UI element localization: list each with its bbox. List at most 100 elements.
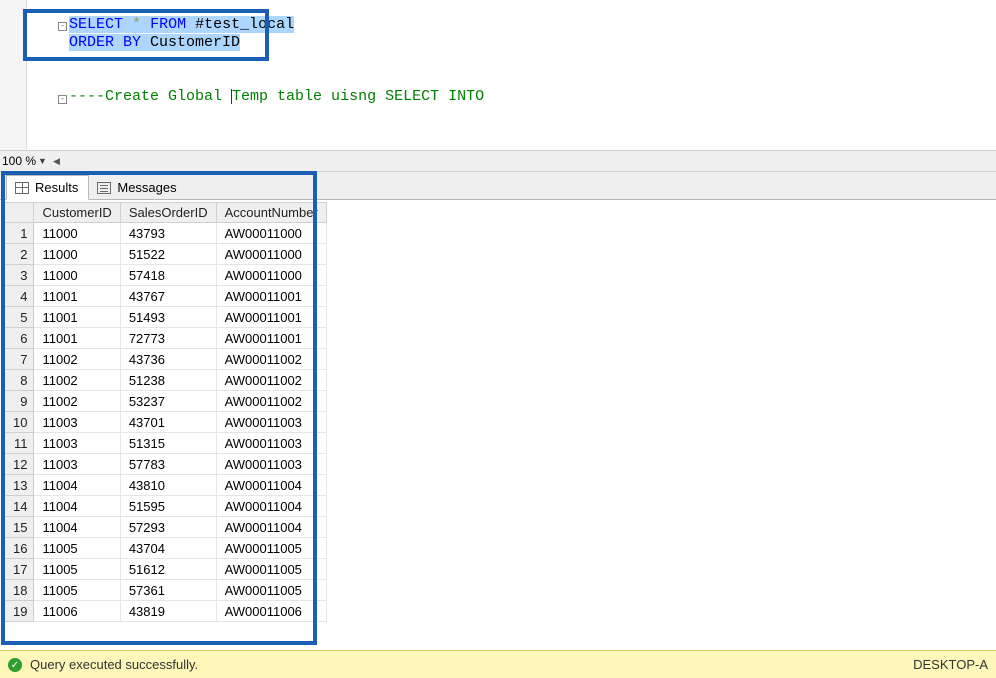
- cell[interactable]: 11001: [34, 286, 120, 307]
- table-row[interactable]: 111100351315AW00011003: [5, 433, 327, 454]
- code-line[interactable]: [27, 52, 484, 70]
- fold-icon[interactable]: -: [58, 95, 67, 104]
- cell[interactable]: 43701: [120, 412, 216, 433]
- cell[interactable]: 11005: [34, 580, 120, 601]
- cell[interactable]: 11004: [34, 517, 120, 538]
- cell[interactable]: 11005: [34, 538, 120, 559]
- row-number[interactable]: 13: [5, 475, 34, 496]
- table-row[interactable]: 191100643819AW00011006: [5, 601, 327, 622]
- sql-editor[interactable]: - - SELECT * FROM #test_local ORDER BY C…: [0, 0, 996, 150]
- code-line[interactable]: ----Create Global Temp table uisng SELEC…: [27, 88, 484, 106]
- cell[interactable]: 51493: [120, 307, 216, 328]
- table-row[interactable]: 101100343701AW00011003: [5, 412, 327, 433]
- cell[interactable]: AW00011003: [216, 454, 326, 475]
- row-number[interactable]: 19: [5, 601, 34, 622]
- table-row[interactable]: 81100251238AW00011002: [5, 370, 327, 391]
- cell[interactable]: 11004: [34, 475, 120, 496]
- table-row[interactable]: 131100443810AW00011004: [5, 475, 327, 496]
- cell[interactable]: 11002: [34, 349, 120, 370]
- table-row[interactable]: 31100057418AW00011000: [5, 265, 327, 286]
- row-number[interactable]: 11: [5, 433, 34, 454]
- cell[interactable]: 43704: [120, 538, 216, 559]
- tab-messages[interactable]: Messages: [89, 176, 186, 199]
- table-row[interactable]: 161100543704AW00011005: [5, 538, 327, 559]
- cell[interactable]: AW00011005: [216, 538, 326, 559]
- col-header[interactable]: SalesOrderID: [120, 203, 216, 223]
- cell[interactable]: 43767: [120, 286, 216, 307]
- table-row[interactable]: 171100551612AW00011005: [5, 559, 327, 580]
- cell[interactable]: 43793: [120, 223, 216, 244]
- row-number[interactable]: 7: [5, 349, 34, 370]
- table-row[interactable]: 41100143767AW00011001: [5, 286, 327, 307]
- cell[interactable]: 11001: [34, 328, 120, 349]
- table-row[interactable]: 51100151493AW00011001: [5, 307, 327, 328]
- row-number[interactable]: 8: [5, 370, 34, 391]
- row-number[interactable]: 15: [5, 517, 34, 538]
- code-line[interactable]: [27, 70, 484, 88]
- cell[interactable]: 11003: [34, 454, 120, 475]
- row-number[interactable]: 5: [5, 307, 34, 328]
- table-row[interactable]: 11100043793AW00011000: [5, 223, 327, 244]
- zoom-select[interactable]: 100 % ▼: [2, 154, 47, 168]
- row-number[interactable]: 9: [5, 391, 34, 412]
- table-row[interactable]: 121100357783AW00011003: [5, 454, 327, 475]
- table-row[interactable]: 21100051522AW00011000: [5, 244, 327, 265]
- cell[interactable]: 11003: [34, 433, 120, 454]
- code-line[interactable]: SELECT * FROM #test_local: [27, 16, 484, 34]
- cell[interactable]: 51522: [120, 244, 216, 265]
- table-row[interactable]: 61100172773AW00011001: [5, 328, 327, 349]
- cell[interactable]: 72773: [120, 328, 216, 349]
- cell[interactable]: AW00011000: [216, 265, 326, 286]
- results-grid[interactable]: CustomerID SalesOrderID AccountNumber 11…: [4, 202, 327, 622]
- col-header[interactable]: CustomerID: [34, 203, 120, 223]
- scroll-left-icon[interactable]: ◀: [53, 156, 60, 167]
- cell[interactable]: AW00011001: [216, 328, 326, 349]
- row-number[interactable]: 16: [5, 538, 34, 559]
- row-number[interactable]: 6: [5, 328, 34, 349]
- grid-area[interactable]: CustomerID SalesOrderID AccountNumber 11…: [0, 200, 996, 650]
- row-number[interactable]: 12: [5, 454, 34, 475]
- row-number[interactable]: 10: [5, 412, 34, 433]
- row-number[interactable]: 4: [5, 286, 34, 307]
- cell[interactable]: AW00011002: [216, 391, 326, 412]
- cell[interactable]: 11000: [34, 265, 120, 286]
- cell[interactable]: AW00011000: [216, 223, 326, 244]
- cell[interactable]: AW00011003: [216, 433, 326, 454]
- cell[interactable]: 11001: [34, 307, 120, 328]
- cell[interactable]: AW00011002: [216, 370, 326, 391]
- cell[interactable]: 51315: [120, 433, 216, 454]
- cell[interactable]: 11002: [34, 370, 120, 391]
- table-row[interactable]: 71100243736AW00011002: [5, 349, 327, 370]
- cell[interactable]: 43736: [120, 349, 216, 370]
- row-number[interactable]: 1: [5, 223, 34, 244]
- cell[interactable]: AW00011002: [216, 349, 326, 370]
- cell[interactable]: AW00011005: [216, 580, 326, 601]
- cell[interactable]: 51595: [120, 496, 216, 517]
- cell[interactable]: 11004: [34, 496, 120, 517]
- cell[interactable]: 51238: [120, 370, 216, 391]
- cell[interactable]: AW00011004: [216, 475, 326, 496]
- cell[interactable]: 53237: [120, 391, 216, 412]
- cell[interactable]: 43819: [120, 601, 216, 622]
- table-row[interactable]: 91100253237AW00011002: [5, 391, 327, 412]
- cell[interactable]: 11005: [34, 559, 120, 580]
- code-line[interactable]: ORDER BY CustomerID: [27, 34, 484, 52]
- cell[interactable]: 51612: [120, 559, 216, 580]
- tab-results[interactable]: Results: [6, 175, 89, 200]
- cell[interactable]: AW00011001: [216, 286, 326, 307]
- row-number[interactable]: 3: [5, 265, 34, 286]
- cell[interactable]: 11003: [34, 412, 120, 433]
- cell[interactable]: AW00011005: [216, 559, 326, 580]
- row-number[interactable]: 18: [5, 580, 34, 601]
- fold-icon[interactable]: -: [58, 22, 67, 31]
- table-row[interactable]: 151100457293AW00011004: [5, 517, 327, 538]
- cell[interactable]: 11006: [34, 601, 120, 622]
- cell[interactable]: 57783: [120, 454, 216, 475]
- cell[interactable]: AW00011000: [216, 244, 326, 265]
- cell[interactable]: AW00011001: [216, 307, 326, 328]
- cell[interactable]: 11000: [34, 223, 120, 244]
- cell[interactable]: 43810: [120, 475, 216, 496]
- table-row[interactable]: 141100451595AW00011004: [5, 496, 327, 517]
- cell[interactable]: 11000: [34, 244, 120, 265]
- row-number[interactable]: 2: [5, 244, 34, 265]
